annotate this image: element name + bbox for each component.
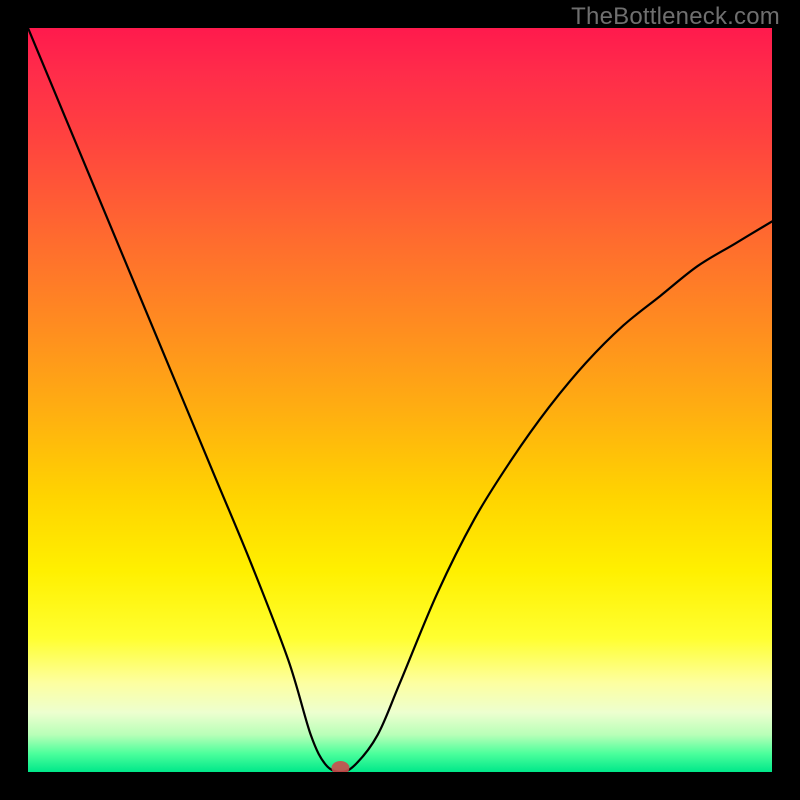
watermark-text: TheBottleneck.com xyxy=(571,3,780,31)
optimal-point-marker xyxy=(331,761,349,772)
bottleneck-curve xyxy=(28,28,772,772)
plot-area xyxy=(28,28,772,772)
chart-frame: TheBottleneck.com xyxy=(0,0,800,800)
curve-layer xyxy=(28,28,772,772)
